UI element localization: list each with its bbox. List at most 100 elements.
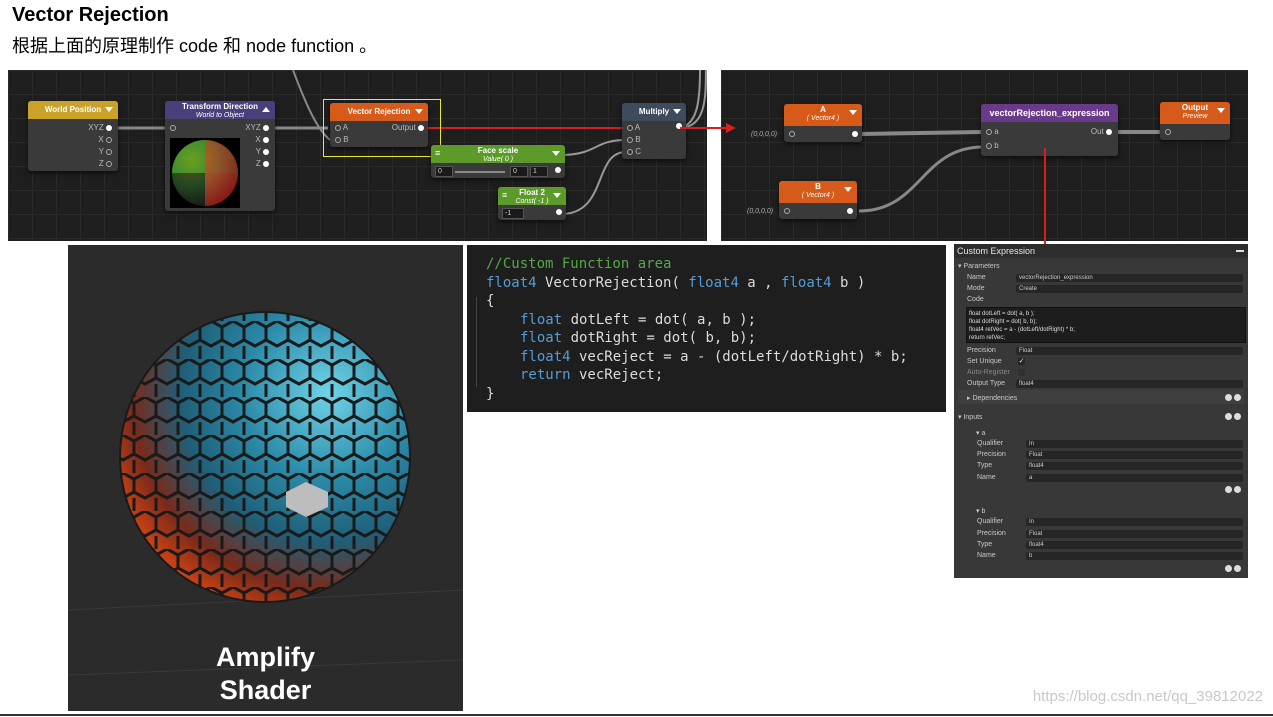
multiply-node[interactable]: Multiply A B C [622,103,686,159]
in-port[interactable] [784,208,790,214]
add-icon[interactable] [1225,565,1232,572]
code-line-return: return vecReject; [520,367,663,383]
value-field[interactable]: -1 [502,208,524,219]
a-node-title: A [820,105,826,114]
out-port[interactable] [847,208,853,214]
input-b-foldout[interactable]: ▾ b [976,507,985,515]
in-c-port[interactable]: C [627,147,641,156]
in-a-port[interactable]: a [986,127,999,136]
add-icon[interactable] [1225,486,1232,493]
max-field[interactable]: 1 [530,166,548,177]
a-default-value[interactable]: (0,0,0,0) [748,131,781,138]
transform-direction-header: Transform Direction World to Object [165,101,275,119]
out-y-port[interactable]: Y [99,147,112,156]
node-graph-right[interactable]: A ( Vector4 ) (0,0,0,0) B ( Vector4 ) (0… [721,70,1248,241]
a-node-subtitle: ( Vector4 ) [806,115,840,122]
add-icon[interactable] [1225,413,1232,420]
output-type-dropdown[interactable]: float4 [1016,380,1243,388]
chevron-up-icon[interactable] [262,107,270,112]
in-b-port[interactable]: b [986,141,999,150]
out-port[interactable] [556,209,562,215]
chevron-down-icon[interactable] [552,151,560,156]
precision-dropdown[interactable]: Float [1026,530,1243,538]
chevron-down-icon[interactable] [105,107,113,112]
b-node-subtitle: ( Vector4 ) [801,192,835,199]
chevron-down-icon[interactable] [849,110,857,115]
type-dropdown[interactable]: float4 [1026,541,1243,549]
remove-icon[interactable] [1234,413,1241,420]
vector-rejection-expression-node[interactable]: vectorRejection_expression a b Out [981,104,1118,156]
remove-icon[interactable] [1234,486,1241,493]
out-port[interactable] [852,131,858,137]
code-token: VectorRejection( [536,275,689,291]
world-position-node[interactable]: World Position XYZ X Y Z [28,101,118,171]
precision-dropdown[interactable]: Float [1016,347,1243,355]
in-b-port[interactable]: B [627,135,641,144]
dependencies-foldout[interactable]: ▸ Dependencies [967,394,1017,402]
mode-dropdown[interactable]: Create [1016,285,1243,293]
min-field[interactable]: 0 [435,166,453,177]
out-port[interactable] [676,123,682,129]
out-x-port[interactable]: X [255,135,269,144]
name-field[interactable]: a [1026,474,1243,482]
float2-node[interactable]: ≡ Float 2 Const( -1 ) -1 [498,187,566,220]
chevron-down-icon[interactable] [553,193,561,198]
name-field[interactable]: vectorRejection_expression [1016,274,1243,282]
output-preview-node[interactable]: Output Preview [1160,102,1230,140]
out-port[interactable]: Out [1091,127,1112,136]
face-scale-node[interactable]: ≡ Face scale Value( 0 ) 0 0 1 [431,145,565,178]
vector-rejection-title: Vector Rejection [347,107,411,116]
multiply-title: Multiply [638,107,670,116]
amplify-shader-render: Amplify Shader [68,245,463,711]
remove-icon[interactable] [1234,394,1241,401]
chevron-down-icon[interactable] [1217,108,1225,113]
foldout-label: Inputs [963,414,983,421]
slider-track[interactable] [455,171,505,173]
in-port[interactable] [789,131,795,137]
precision-dropdown[interactable]: Float [1026,451,1243,459]
out-port[interactable] [555,167,561,173]
node-graph-left[interactable]: World Position XYZ X Y Z Transform Direc… [8,70,707,241]
code-textarea[interactable]: float dotLeft = dot( a, b ); float dotRi… [966,307,1246,343]
set-unique-checkbox[interactable]: ✓ [1018,358,1025,365]
out-y-port[interactable]: Y [256,147,269,156]
out-xyz-port[interactable]: XYZ [88,123,112,132]
b-vector4-node[interactable]: B ( Vector4 ) [779,181,857,219]
face-scale-subtitle: Value( 0 ) [482,156,514,163]
shader-text: Shader [219,675,312,705]
in-port[interactable] [170,123,176,132]
a-vector4-node[interactable]: A ( Vector4 ) [784,104,862,142]
minimize-icon[interactable] [1236,250,1244,252]
in-port[interactable] [1165,129,1171,135]
code-token: float [520,330,563,346]
inputs-foldout[interactable]: ▾ Inputs [958,413,983,421]
qualifier-dropdown[interactable]: In [1026,518,1243,526]
in-a-port[interactable]: A [335,123,348,132]
b-default-value[interactable]: (0,0,0,0) [744,208,777,215]
type-dropdown[interactable]: float4 [1026,462,1243,470]
expression-header: vectorRejection_expression [981,104,1118,122]
chevron-down-icon[interactable] [844,187,852,192]
out-xyz-port[interactable]: XYZ [245,123,269,132]
chevron-down-icon[interactable] [673,109,681,114]
menu-icon[interactable]: ≡ [435,149,440,158]
output-port[interactable]: Output [392,123,424,132]
parameters-foldout[interactable]: ▾ Parameters [958,262,1000,270]
auto-register-checkbox[interactable] [1018,369,1025,376]
input-a-foldout[interactable]: ▾ a [976,429,985,437]
vector-rejection-header: Vector Rejection [330,103,428,121]
chevron-down-icon[interactable] [415,109,423,114]
add-icon[interactable] [1225,394,1232,401]
in-a-port[interactable]: A [627,123,640,132]
out-x-port[interactable]: X [98,135,112,144]
vector-rejection-node[interactable]: Vector Rejection A B Output [330,103,428,147]
name-field[interactable]: b [1026,552,1243,560]
transform-direction-node[interactable]: Transform Direction World to Object XYZ … [165,101,275,211]
out-z-port[interactable]: Z [99,159,112,168]
qualifier-dropdown[interactable]: In [1026,440,1243,448]
in-b-port[interactable]: B [335,135,349,144]
menu-icon[interactable]: ≡ [502,191,507,200]
value-field[interactable]: 0 [510,166,528,177]
remove-icon[interactable] [1234,565,1241,572]
out-z-port[interactable]: Z [256,159,269,168]
